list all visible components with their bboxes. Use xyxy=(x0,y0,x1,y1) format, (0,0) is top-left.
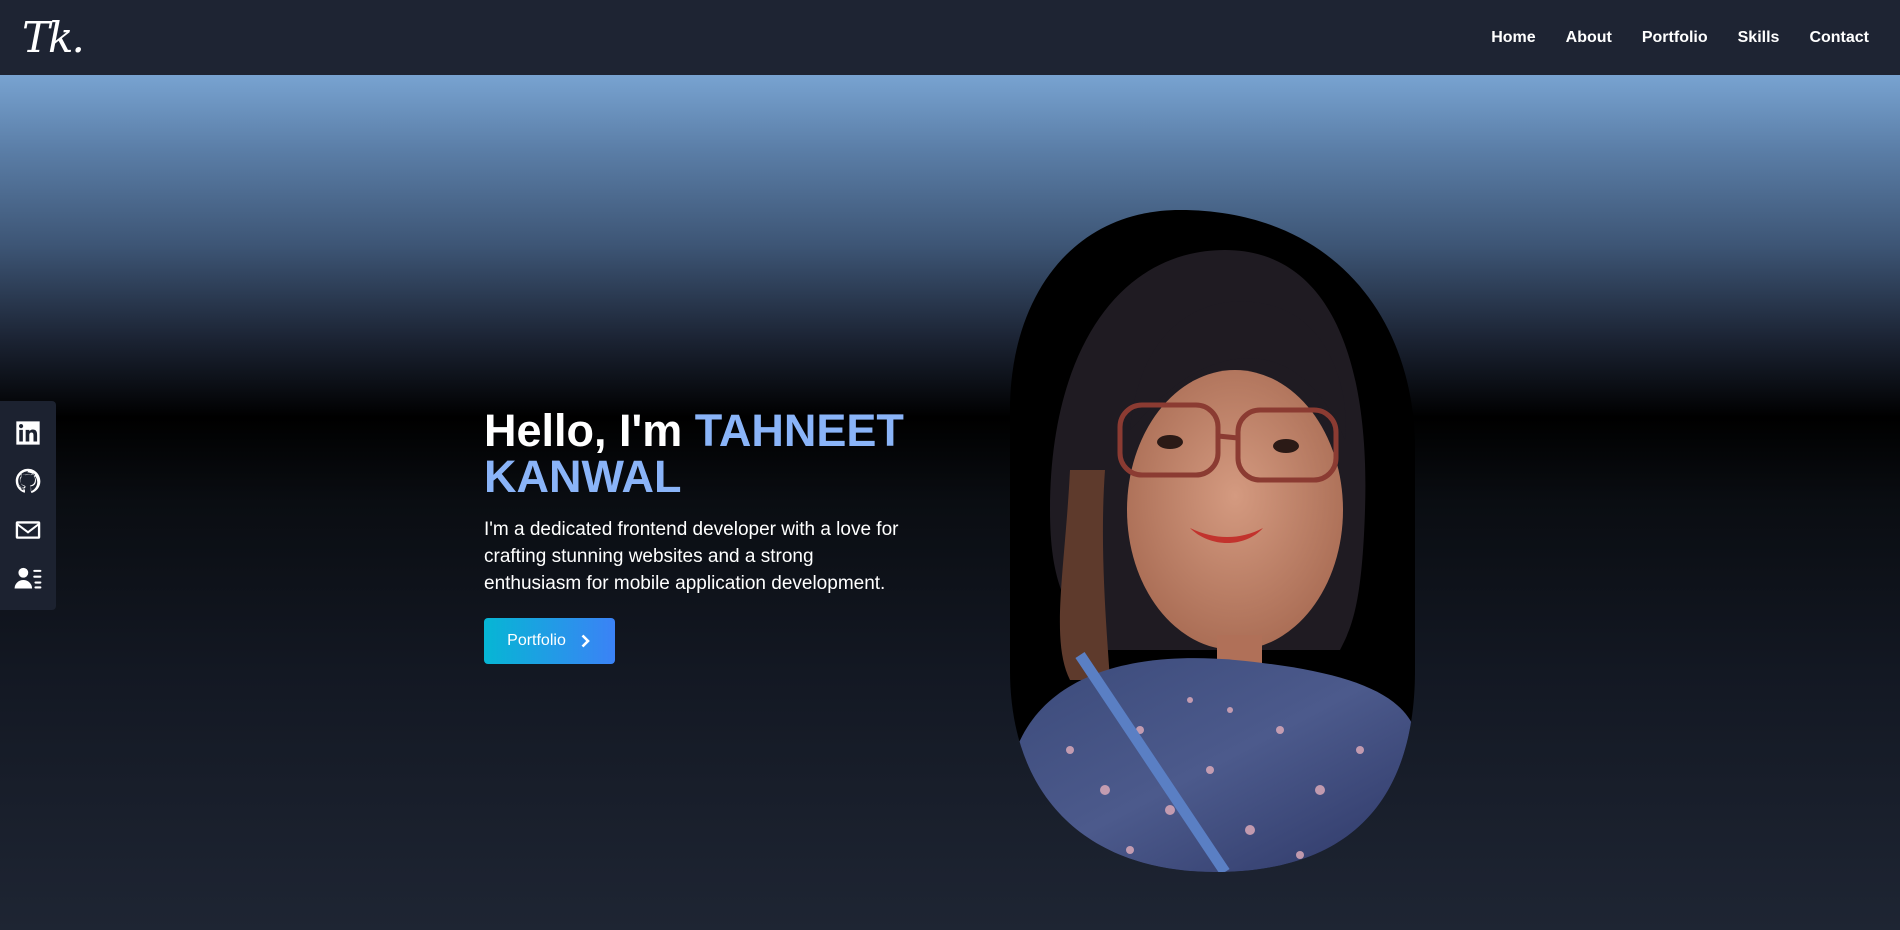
site-logo[interactable]: Tk. xyxy=(22,16,85,59)
nav-links: Home About Portfolio Skills Contact xyxy=(1491,29,1869,47)
chevron-right-icon xyxy=(581,634,590,648)
hero-tagline: I'm a dedicated frontend developer with … xyxy=(484,519,899,594)
resume-link[interactable] xyxy=(14,564,42,592)
social-links-bar xyxy=(0,401,56,610)
portfolio-button[interactable]: Portfolio xyxy=(484,618,615,664)
hero-headline: Hello, I'm TAHNEET KANWAL xyxy=(484,408,924,500)
github-icon xyxy=(15,469,41,494)
nav-link-home[interactable]: Home xyxy=(1491,29,1535,47)
nav-link-about[interactable]: About xyxy=(1566,29,1612,47)
hero-text: Hello, I'm TAHNEET KANWAL I'm a dedicate… xyxy=(484,408,924,664)
nav-link-skills[interactable]: Skills xyxy=(1738,29,1780,47)
navbar: Tk. Home About Portfolio Skills Contact xyxy=(0,0,1900,75)
resume-icon xyxy=(14,567,42,589)
github-link[interactable] xyxy=(14,467,42,495)
portfolio-button-label: Portfolio xyxy=(507,632,566,649)
linkedin-icon xyxy=(16,421,40,445)
mail-icon xyxy=(15,520,41,539)
nav-link-portfolio[interactable]: Portfolio xyxy=(1642,29,1708,47)
hero-greeting: Hello, I'm xyxy=(484,405,695,456)
profile-portrait xyxy=(1010,210,1415,872)
nav-link-contact[interactable]: Contact xyxy=(1809,29,1869,47)
hero-section: Hello, I'm TAHNEET KANWAL I'm a dedicate… xyxy=(0,75,1900,930)
email-link[interactable] xyxy=(14,516,42,544)
linkedin-link[interactable] xyxy=(14,419,42,447)
